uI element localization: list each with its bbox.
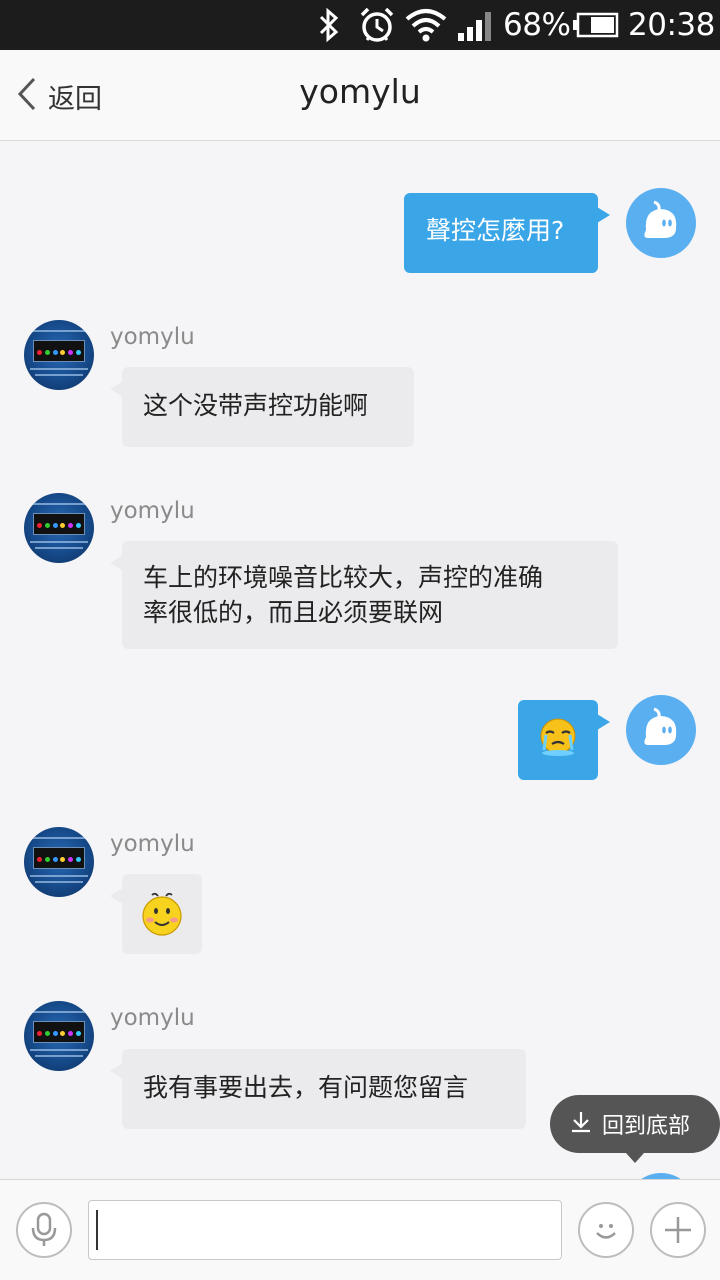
contact-avatar[interactable]	[24, 1001, 94, 1071]
contact-name: yomylu	[110, 831, 195, 857]
microphone-icon	[31, 1212, 57, 1246]
message-bubble-other[interactable]: 我有事要出去，有问题您留言	[110, 1049, 526, 1129]
contact-name: yomylu	[110, 498, 195, 524]
input-bar	[0, 1179, 720, 1280]
chat-messages[interactable]: 聲控怎麼用? yomylu 这个没带声控功能啊 yomylu 车上的环境噪音比较…	[0, 141, 720, 1179]
contact-avatar[interactable]	[24, 827, 94, 897]
message-bubble-other[interactable]: 车上的环境噪音比较大，声控的准确 率很低的，而且必须要联网	[110, 541, 618, 649]
message-text-line-2: 率很低的，而且必须要联网	[143, 598, 444, 627]
message-text: 这个没带声控功能啊	[143, 391, 369, 420]
alarm-icon	[358, 0, 396, 50]
battery-icon	[573, 0, 619, 50]
my-avatar[interactable]	[626, 188, 696, 258]
back-to-bottom-button[interactable]: 回到底部	[550, 1095, 720, 1163]
penguin-icon	[644, 707, 677, 745]
contact-name: yomylu	[110, 324, 195, 350]
clock: 20:38	[628, 7, 715, 43]
back-to-bottom-label: 回到底部	[602, 1114, 691, 1139]
contact-name: yomylu	[110, 1005, 195, 1031]
message-bubble-me[interactable]	[518, 700, 610, 780]
status-bar: 68% 20:38	[0, 0, 720, 50]
smiley-icon	[596, 1224, 616, 1239]
voice-button[interactable]	[16, 1202, 72, 1258]
smile-emoji-icon	[142, 892, 182, 936]
contact-avatar[interactable]	[24, 320, 94, 390]
chat-header: 返回 yomylu	[0, 50, 720, 141]
plus-icon	[665, 1217, 691, 1243]
bluetooth-icon	[314, 0, 344, 50]
message-bubble-other[interactable]	[110, 874, 202, 954]
crying-emoji-icon	[540, 718, 576, 756]
more-button[interactable]	[650, 1202, 706, 1258]
message-text: 我有事要出去，有问题您留言	[143, 1073, 469, 1102]
message-bubble-other[interactable]: 这个没带声控功能啊	[110, 367, 414, 447]
battery-percent: 68%	[503, 7, 571, 43]
my-avatar[interactable]	[626, 695, 696, 765]
signal-icon	[456, 0, 496, 50]
arrow-down-icon	[570, 1110, 592, 1138]
penguin-icon	[644, 200, 677, 238]
message-text: 聲控怎麼用?	[426, 216, 565, 245]
emoji-button[interactable]	[578, 1202, 634, 1258]
contact-avatar[interactable]	[24, 493, 94, 563]
text-caret	[96, 1210, 98, 1250]
message-bubble-me[interactable]: 聲控怎麼用?	[404, 193, 610, 273]
message-text-line-1: 车上的环境噪音比较大，声控的准确	[143, 563, 544, 592]
message-input[interactable]	[88, 1200, 562, 1260]
page-title: yomylu	[299, 72, 421, 111]
wifi-icon	[404, 0, 448, 50]
